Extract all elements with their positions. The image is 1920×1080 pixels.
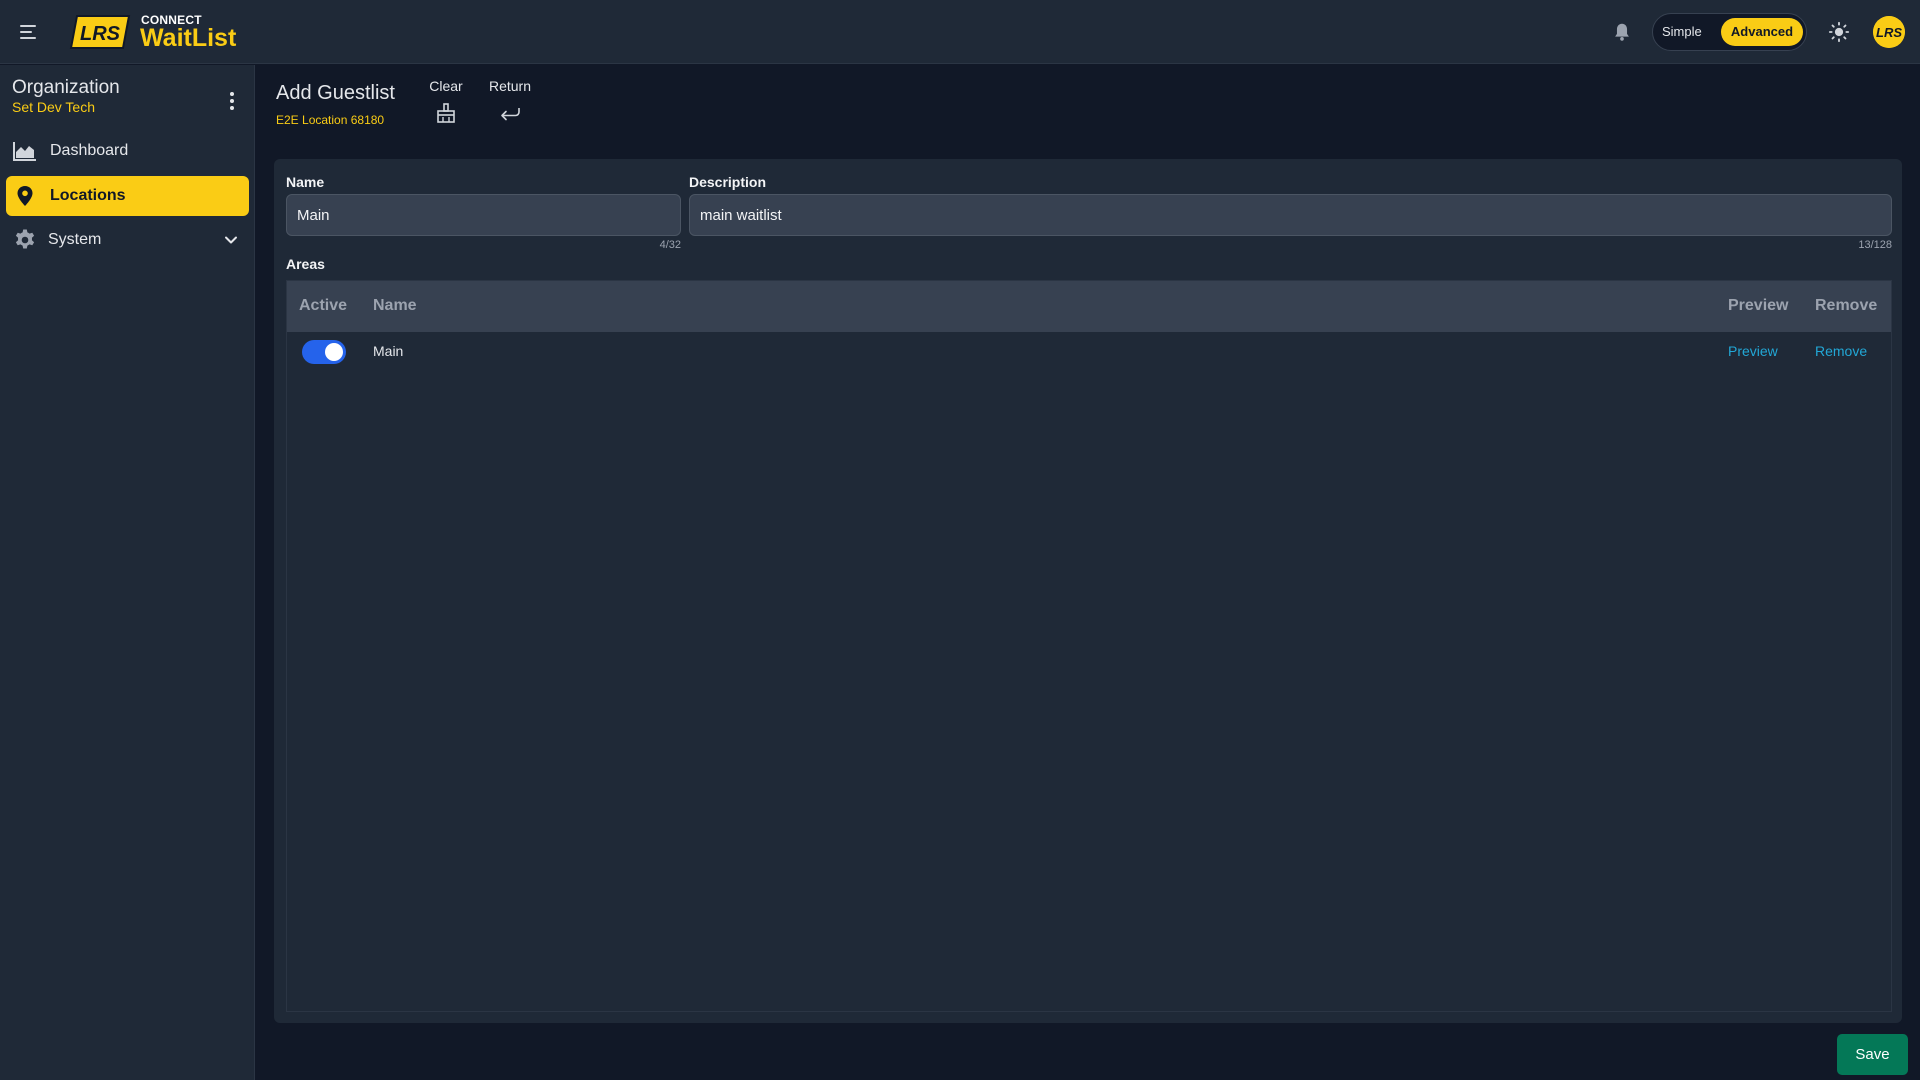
preview-link[interactable]: Preview xyxy=(1728,343,1778,359)
menu-icon[interactable] xyxy=(20,20,44,44)
lrs-logo: LRS xyxy=(69,15,131,49)
save-button[interactable]: Save xyxy=(1837,1034,1908,1075)
area-chart-icon xyxy=(12,138,38,164)
brand-name: WaitList xyxy=(140,24,237,52)
mode-toggle: Simple Advanced xyxy=(1652,13,1807,51)
svg-text:LRS: LRS xyxy=(80,23,121,45)
area-name: Main xyxy=(373,343,404,359)
sidebar: Organization Set Dev Tech Dashboard Loca… xyxy=(0,65,255,1080)
clear-label: Clear xyxy=(429,78,463,94)
avatar[interactable]: LRS xyxy=(1873,16,1905,48)
return-icon xyxy=(501,108,520,121)
chevron-down-icon xyxy=(225,236,237,244)
bell-icon[interactable] xyxy=(1611,21,1633,43)
svg-text:LRS: LRS xyxy=(1876,25,1902,40)
avatar-logo: LRS xyxy=(1873,16,1905,48)
clear-button[interactable]: Clear xyxy=(424,78,468,124)
broom-icon xyxy=(437,103,455,123)
name-label: Name xyxy=(286,174,325,190)
mode-advanced-button[interactable]: Advanced xyxy=(1721,18,1803,46)
mode-simple-button[interactable]: Simple xyxy=(1662,24,1702,39)
sidebar-item-label: Locations xyxy=(50,187,126,204)
gear-icon xyxy=(12,227,38,253)
map-pin-icon xyxy=(12,183,38,209)
return-label: Return xyxy=(488,78,532,94)
table-row: Main Preview Remove xyxy=(287,332,1891,370)
name-field[interactable] xyxy=(286,194,681,236)
location-name: E2E Location 68180 xyxy=(276,113,385,127)
column-header-active: Active xyxy=(299,297,348,314)
areas-table: Active Name Preview Remove Main Preview … xyxy=(286,280,1892,1012)
description-char-counter: 13/128 xyxy=(1858,239,1892,251)
sidebar-item-label: System xyxy=(48,231,102,248)
page-title: Add Guestlist xyxy=(276,82,395,104)
page-header: Add Guestlist E2E Location 68180 Clear R… xyxy=(256,65,1920,151)
more-options-icon[interactable] xyxy=(222,91,242,111)
column-header-preview: Preview xyxy=(1728,297,1789,314)
sidebar-item-system[interactable]: System xyxy=(6,220,249,260)
sidebar-item-label: Dashboard xyxy=(50,142,129,159)
name-char-counter: 4/32 xyxy=(659,239,681,251)
top-bar: LRS CONNECT WaitList Simple Advanced LRS xyxy=(0,0,1920,64)
active-toggle[interactable] xyxy=(302,340,346,364)
org-name: Set Dev Tech xyxy=(12,99,96,115)
remove-link[interactable]: Remove xyxy=(1815,343,1867,359)
return-button[interactable]: Return xyxy=(482,78,538,124)
column-header-remove: Remove xyxy=(1815,297,1878,314)
guestlist-form-card: Name Description 4/32 13/128 Areas Activ… xyxy=(274,159,1902,1023)
column-header-name: Name xyxy=(373,297,417,314)
toggle-knob xyxy=(325,343,343,361)
areas-label: Areas xyxy=(286,256,325,272)
sidebar-item-dashboard[interactable]: Dashboard xyxy=(6,131,249,171)
sun-icon[interactable] xyxy=(1828,21,1850,43)
org-title: Organization xyxy=(12,77,120,98)
description-label: Description xyxy=(689,174,767,190)
table-header: Active Name Preview Remove xyxy=(287,281,1891,332)
sidebar-item-locations[interactable]: Locations xyxy=(6,176,249,216)
description-field[interactable] xyxy=(689,194,1892,236)
